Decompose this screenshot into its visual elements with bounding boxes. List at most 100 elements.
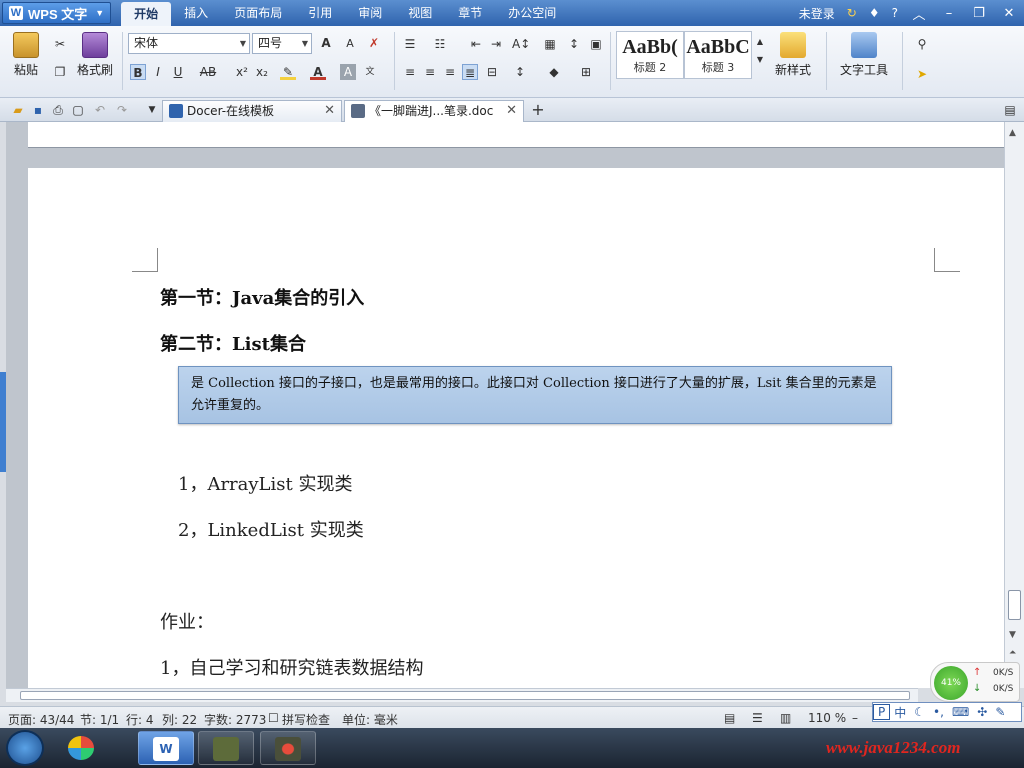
list-item[interactable]: 2，LinkedList 实现类 [178, 516, 364, 542]
horizontal-scrollbar[interactable] [6, 688, 918, 702]
font-name-select[interactable]: 宋体 ▼ [128, 33, 250, 54]
web-view-icon[interactable]: ▥ [780, 711, 791, 725]
zoom-level[interactable]: 110 % [808, 711, 846, 725]
superscript-icon[interactable]: x² [234, 64, 250, 80]
quick-access-dropdown-icon[interactable]: ▼ [144, 102, 160, 118]
align-right-icon[interactable]: ≡ [442, 64, 458, 80]
grow-font-icon[interactable]: A [318, 35, 334, 51]
sync-icon[interactable]: ↻ [841, 6, 863, 20]
punctuation-icon[interactable]: •, [929, 705, 948, 719]
bullet-list-icon[interactable]: ☰ [402, 36, 418, 52]
distribute-icon[interactable]: ⊟ [484, 64, 500, 80]
ime-logo-icon[interactable]: P [873, 704, 891, 720]
restore-button[interactable]: ❐ [964, 6, 994, 21]
prev-page-icon[interactable]: ⏶ [1009, 648, 1016, 658]
zoom-out-icon[interactable]: – [852, 711, 858, 725]
highlight-icon[interactable]: ✎ [280, 64, 296, 80]
print-preview-icon[interactable]: ▢ [70, 102, 86, 118]
styles-scroll-up-icon[interactable]: ▲ [752, 34, 768, 50]
checkbox-icon[interactable]: ☐ [268, 711, 279, 725]
justify-icon[interactable]: ≣ [462, 64, 478, 80]
char-shading-icon[interactable]: A [340, 64, 356, 80]
close-icon[interactable]: ✕ [324, 101, 335, 121]
table-grid-icon[interactable]: ▦ [542, 36, 558, 52]
ime-toolbar[interactable]: P 中 ☾ •, ⌨ ✣ ✎ [872, 702, 1022, 722]
note-text-box[interactable]: 是 Collection 接口的子接口，也是最常用的接口。此接口对 Collec… [178, 366, 892, 424]
close-button[interactable]: ✕ [994, 6, 1024, 21]
text-direction-icon[interactable]: A↕ [512, 36, 530, 52]
minimize-button[interactable]: – [934, 6, 964, 21]
tab-chapter[interactable]: 章节 [445, 0, 495, 26]
underline-icon[interactable]: U [170, 64, 186, 80]
shading-icon[interactable]: ◆ [546, 64, 562, 80]
style-heading2[interactable]: AaBb( 标题 2 [616, 31, 684, 79]
tab-review[interactable]: 审阅 [345, 0, 395, 26]
align-left-icon[interactable]: ≡ [402, 64, 418, 80]
decrease-indent-icon[interactable]: ⇤ [468, 36, 484, 52]
save-icon[interactable]: ▪ [30, 102, 46, 118]
tab-references[interactable]: 引用 [295, 0, 345, 26]
styles-scroll-down-icon[interactable]: ▼ [752, 52, 768, 68]
shrink-font-icon[interactable]: A [342, 36, 358, 52]
strikethrough-icon[interactable]: AB [196, 64, 220, 80]
cut-icon[interactable]: ✂ [52, 36, 68, 52]
page-indicator[interactable]: 页面: 43/44 [8, 711, 74, 728]
select-icon[interactable]: ➤ [914, 66, 930, 82]
bold-icon[interactable]: B [130, 64, 146, 80]
login-link[interactable]: 未登录 [793, 5, 841, 22]
help-button[interactable]: ? [886, 6, 904, 20]
format-painter-button[interactable]: 格式刷 [76, 32, 114, 78]
collapse-ribbon-icon[interactable]: ︿ [904, 4, 934, 23]
italic-icon[interactable]: I [150, 64, 166, 80]
find-icon[interactable]: ⚲ [914, 36, 930, 52]
taskbar-app-recorder-2[interactable] [260, 731, 316, 765]
network-speed-widget[interactable]: 41% ↑ 0K/S ↓ 0K/S [930, 662, 1020, 702]
show-marks-icon[interactable]: ▣ [588, 36, 604, 52]
ime-mode[interactable]: 中 [890, 704, 910, 721]
tab-insert[interactable]: 插入 [171, 0, 221, 26]
tab-page-layout[interactable]: 页面布局 [221, 0, 295, 26]
increase-indent-icon[interactable]: ⇥ [488, 36, 504, 52]
spell-check-toggle[interactable]: 拼写检查 [282, 711, 330, 728]
numbered-list-icon[interactable]: ☷ [432, 36, 448, 52]
keyboard-icon[interactable]: ⌨ [948, 705, 973, 719]
font-color-icon[interactable]: A [310, 64, 326, 80]
vertical-scrollbar[interactable]: ▲ ▼ ⏶ ⏷ [1004, 122, 1024, 688]
heading-section-2[interactable]: 第二节：List集合 [160, 330, 306, 356]
scrollbar-thumb[interactable] [20, 691, 910, 700]
scroll-up-icon[interactable]: ▲ [1009, 128, 1016, 138]
settings-icon[interactable]: ✣ [973, 705, 991, 719]
new-tab-icon[interactable]: + [530, 102, 546, 118]
tab-home[interactable]: 开始 [121, 2, 172, 26]
print-icon[interactable]: ⎙ [50, 102, 66, 118]
heading-section-1[interactable]: 第一节：Java集合的引入 [160, 284, 364, 310]
close-icon[interactable]: ✕ [506, 101, 517, 121]
homework-item[interactable]: 1，自己学习和研究链表数据结构 [160, 654, 423, 680]
tab-docer-templates[interactable]: Docer-在线模板 ✕ [162, 100, 342, 122]
paste-button[interactable]: 粘贴 [8, 32, 44, 78]
new-style-button[interactable]: 新样式 [768, 32, 818, 78]
align-center-icon[interactable]: ≡ [422, 64, 438, 80]
text-tools-button[interactable]: 文字工具 [834, 32, 894, 78]
scroll-down-icon[interactable]: ▼ [1009, 630, 1016, 640]
tab-view[interactable]: 视图 [395, 0, 445, 26]
style-heading3[interactable]: AaBbC 标题 3 [684, 31, 752, 79]
open-folder-icon[interactable]: ▰ [10, 102, 26, 118]
phonetic-guide-icon[interactable]: 文 [362, 64, 378, 80]
sort-icon[interactable]: ↕ [566, 36, 582, 52]
page-view-icon[interactable]: ▤ [724, 711, 735, 725]
copy-icon[interactable]: ❐ [52, 64, 68, 80]
tab-menu-icon[interactable]: ▤ [1002, 102, 1018, 118]
redo-icon[interactable]: ↷ [114, 102, 130, 118]
start-button[interactable] [6, 730, 44, 766]
document-page[interactable]: 第一节：Java集合的引入 第二节：List集合 是 Collection 接口… [28, 168, 1004, 688]
border-icon[interactable]: ⊞ [578, 64, 594, 80]
moon-icon[interactable]: ☾ [910, 705, 929, 719]
taskbar-app-wps[interactable]: W [138, 731, 194, 765]
homework-title[interactable]: 作业： [160, 608, 214, 634]
taskbar-app-explorer[interactable] [54, 731, 110, 765]
tool-icon[interactable]: ✎ [991, 705, 1009, 719]
tab-current-document[interactable]: 《一脚踹进J...笔录.doc ✕ [344, 100, 524, 122]
line-spacing-icon[interactable]: ↕ [512, 64, 528, 80]
list-item[interactable]: 1，ArrayList 实现类 [178, 470, 352, 496]
